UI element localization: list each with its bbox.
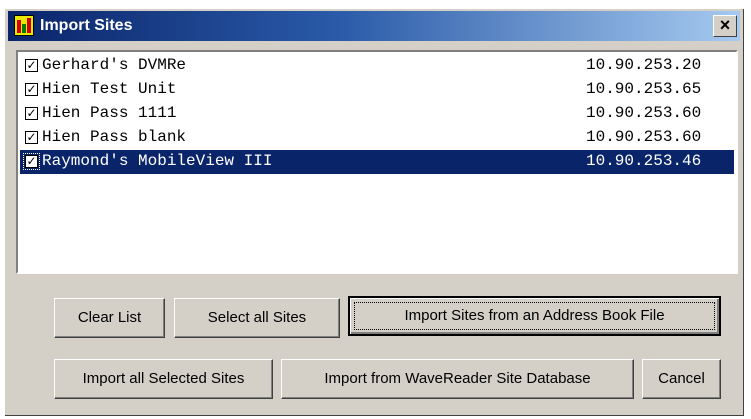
focus-rectangle [354, 302, 715, 330]
site-ip: 10.90.253.60 [586, 128, 702, 146]
import-selected-sites-button[interactable]: Import all Selected Sites [54, 359, 273, 399]
cancel-button[interactable]: Cancel [642, 359, 721, 399]
checkbox[interactable]: ✓ [25, 83, 38, 96]
app-icon [14, 15, 34, 36]
checkbox[interactable]: ✓ [25, 131, 38, 144]
import-sites-dialog: Import Sites × ✓ Gerhard's DVMRe 10.90.2… [4, 8, 744, 416]
window-title: Import Sites [40, 17, 133, 34]
list-item-selected[interactable]: ✓ Raymond's MobileView III 10.90.253.46 [20, 150, 734, 174]
list-item[interactable]: ✓ Gerhard's DVMRe 10.90.253.20 [20, 54, 734, 78]
site-name: Hien Pass 1111 [42, 104, 177, 122]
site-name: Hien Test Unit [42, 80, 177, 98]
list-item[interactable]: ✓ Hien Pass 1111 10.90.253.60 [20, 102, 734, 126]
import-address-book-button[interactable]: Import Sites from an Address Book File [348, 296, 721, 336]
list-item[interactable]: ✓ Hien Pass blank 10.90.253.60 [20, 126, 734, 150]
list-item[interactable]: ✓ Hien Test Unit 10.90.253.65 [20, 78, 734, 102]
site-ip: 10.90.253.46 [586, 152, 702, 170]
close-icon[interactable]: × [713, 15, 737, 37]
checkbox[interactable]: ✓ [25, 107, 38, 120]
site-ip: 10.90.253.65 [586, 80, 702, 98]
clear-list-button[interactable]: Clear List [54, 298, 165, 338]
site-name: Gerhard's DVMRe [42, 56, 187, 74]
checkbox[interactable]: ✓ [23, 153, 40, 170]
site-name: Raymond's MobileView III [42, 152, 273, 170]
select-all-sites-button[interactable]: Select all Sites [174, 298, 340, 338]
sites-list[interactable]: ✓ Gerhard's DVMRe 10.90.253.20 ✓ Hien Te… [16, 50, 738, 274]
site-ip: 10.90.253.60 [586, 104, 702, 122]
title-bar[interactable]: Import Sites × [8, 11, 740, 41]
site-ip: 10.90.253.20 [586, 56, 702, 74]
checkbox[interactable]: ✓ [25, 59, 38, 72]
site-name: Hien Pass blank [42, 128, 187, 146]
import-wavereader-button[interactable]: Import from WaveReader Site Database [281, 359, 634, 399]
